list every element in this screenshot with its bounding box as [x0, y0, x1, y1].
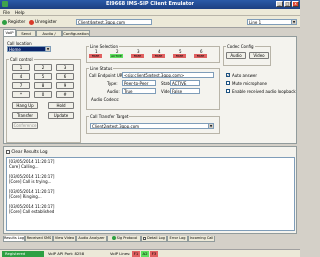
codec-config-label: Codec Config [226, 44, 255, 49]
mute-microphone-label: Mute microphone [232, 81, 268, 86]
tab-received-sms[interactable]: Received SMS [25, 236, 53, 242]
tab-voip[interactable]: VoIP [3, 29, 16, 36]
tab-sig-protocol[interactable]: Sig Protocol [107, 236, 141, 242]
line-6-state[interactable]: FREE [194, 54, 207, 58]
voip-panel: Call location Home ▼ Call control 1 2 3 … [3, 36, 297, 144]
call-transfer-label: Call Transfer Target [89, 114, 130, 119]
unregister-button[interactable]: Unregister [29, 18, 57, 26]
detail-log-icon [143, 236, 147, 240]
line-4-state[interactable]: FREE [152, 54, 165, 58]
menu-bar: File Help [0, 9, 300, 16]
window-title: EI9668 IMS-SIP Client Emulator [105, 1, 195, 7]
conference-button[interactable]: Conference [12, 122, 38, 129]
keypad-hash[interactable]: # [56, 91, 74, 98]
line-select-value: Line 1 [249, 20, 262, 25]
tab-detail-log[interactable]: Detail Log [141, 236, 167, 242]
hang-up-button[interactable]: Hang Up [12, 102, 38, 109]
voip-port-status: VoIP API Port: 8258 [48, 251, 85, 256]
line-select[interactable]: Line 1 ▼ [247, 19, 297, 25]
maximize-button[interactable]: □ [284, 1, 291, 7]
clear-results-button[interactable]: Clear Results Log [6, 149, 48, 155]
update-button[interactable]: Update [48, 112, 74, 119]
tab-detail-log-label: Detail Log [147, 236, 165, 240]
register-label: Register [8, 19, 26, 24]
audio-codecs-label: Audio Codecs: [91, 97, 120, 102]
title-bar: EI9668 IMS-SIP Client Emulator _ □ x [0, 0, 300, 9]
clear-results-label: Clear Results Log [11, 149, 48, 154]
endpoint-label: Call Endpoint URI: [89, 73, 126, 78]
call-transfer-select[interactable]: Client2@test.3gpp.com ▼ [90, 123, 214, 129]
call-control-group [6, 59, 81, 143]
keypad-2[interactable]: 2 [34, 64, 52, 71]
chevron-down-icon: ▼ [208, 124, 213, 128]
call-location-value: Home [9, 47, 21, 52]
line-1-state[interactable]: FREE [89, 54, 102, 58]
line-status-label: Line Status [89, 66, 114, 71]
unregister-icon [29, 19, 34, 25]
toolbar: Register Unregister Client4@test.3gpp.co… [0, 16, 300, 28]
keypad-1[interactable]: 1 [12, 64, 30, 71]
status-bar: Registered VoIP API Port: 8258 VoIP Line… [0, 249, 300, 257]
state-field: ACTIVE [170, 80, 200, 86]
tab-incoming-call[interactable]: Incoming Call [188, 236, 215, 242]
clear-log-icon [6, 150, 10, 154]
call-control-label: Call control [9, 57, 34, 62]
hold-button[interactable]: Hold [48, 102, 74, 109]
keypad-3[interactable]: 3 [56, 64, 74, 71]
mute-microphone-checkbox[interactable] [226, 81, 230, 85]
type-label: Type: [107, 81, 118, 86]
auto-answer-checkbox[interactable]: ✓ [226, 73, 230, 77]
tab-results-log[interactable]: Results Log [3, 236, 25, 242]
audio-loopback-label: Enable received audio loopback [232, 89, 296, 94]
video-field: False [170, 88, 200, 94]
keypad-9[interactable]: 9 [56, 82, 74, 89]
results-panel: Clear Results Log [03/05/2014 11:20:17] … [3, 146, 297, 234]
sig-protocol-icon [111, 236, 116, 240]
keypad-6[interactable]: 6 [56, 73, 74, 80]
register-button[interactable]: Register [2, 18, 25, 26]
line-2-state[interactable]: ACTIVE [110, 54, 123, 58]
endpoint-field: <sip:client5@test.3gpp.com> [122, 72, 214, 78]
registered-status: Registered [2, 251, 44, 257]
call-transfer-value: Client2@test.3gpp.com [92, 124, 140, 129]
chevron-down-icon: ▼ [291, 20, 296, 24]
chevron-down-icon: ▼ [45, 47, 50, 51]
call-location-select[interactable]: Home ▼ [7, 46, 51, 52]
uri-input[interactable]: Client4@test.3gpp.com [76, 19, 152, 25]
menu-help[interactable]: Help [15, 10, 25, 15]
keypad-5[interactable]: 5 [34, 73, 52, 80]
audio-label: Audio: [107, 89, 120, 94]
codec-audio-button[interactable]: Audio [226, 52, 246, 59]
tab-sig-protocol-label: Sig Protocol [116, 236, 138, 240]
minimize-button[interactable]: _ [276, 1, 283, 7]
tab-audio-analyzer[interactable]: Audio Analyzer [76, 236, 107, 242]
line-2-status: A2 [141, 251, 149, 257]
keypad-8[interactable]: 8 [34, 82, 52, 89]
line-3-state[interactable]: FREE [131, 54, 144, 58]
register-icon [2, 19, 7, 25]
unregister-label: Unregister [35, 19, 57, 24]
line-5-state[interactable]: FREE [173, 54, 186, 58]
type-field: Peer-to-Peer [122, 80, 156, 86]
close-button[interactable]: x [292, 1, 299, 7]
keypad-4[interactable]: 4 [12, 73, 30, 80]
tab-error-log[interactable]: Error Log [167, 236, 188, 242]
audio-field: True [122, 88, 156, 94]
keypad-7[interactable]: 7 [12, 82, 30, 89]
auto-answer-label: Auto answer [232, 73, 258, 78]
tab-view-video[interactable]: View Video [53, 236, 76, 242]
keypad-star[interactable]: * [12, 91, 30, 98]
line-3-status: F3 [150, 251, 158, 257]
audio-loopback-checkbox[interactable] [226, 89, 230, 93]
codec-video-button[interactable]: Video [249, 52, 269, 59]
voip-lines-label: VoIP Lines: [110, 251, 131, 256]
line-1-status: F1 [132, 251, 140, 257]
keypad-0[interactable]: 0 [34, 91, 52, 98]
transfer-button[interactable]: Transfer [12, 112, 38, 119]
line-selection-label: Line Selection [89, 44, 120, 49]
menu-file[interactable]: File [3, 10, 10, 15]
results-log: [03/05/2014 11:20:17] Core] Calling... [… [6, 157, 295, 231]
